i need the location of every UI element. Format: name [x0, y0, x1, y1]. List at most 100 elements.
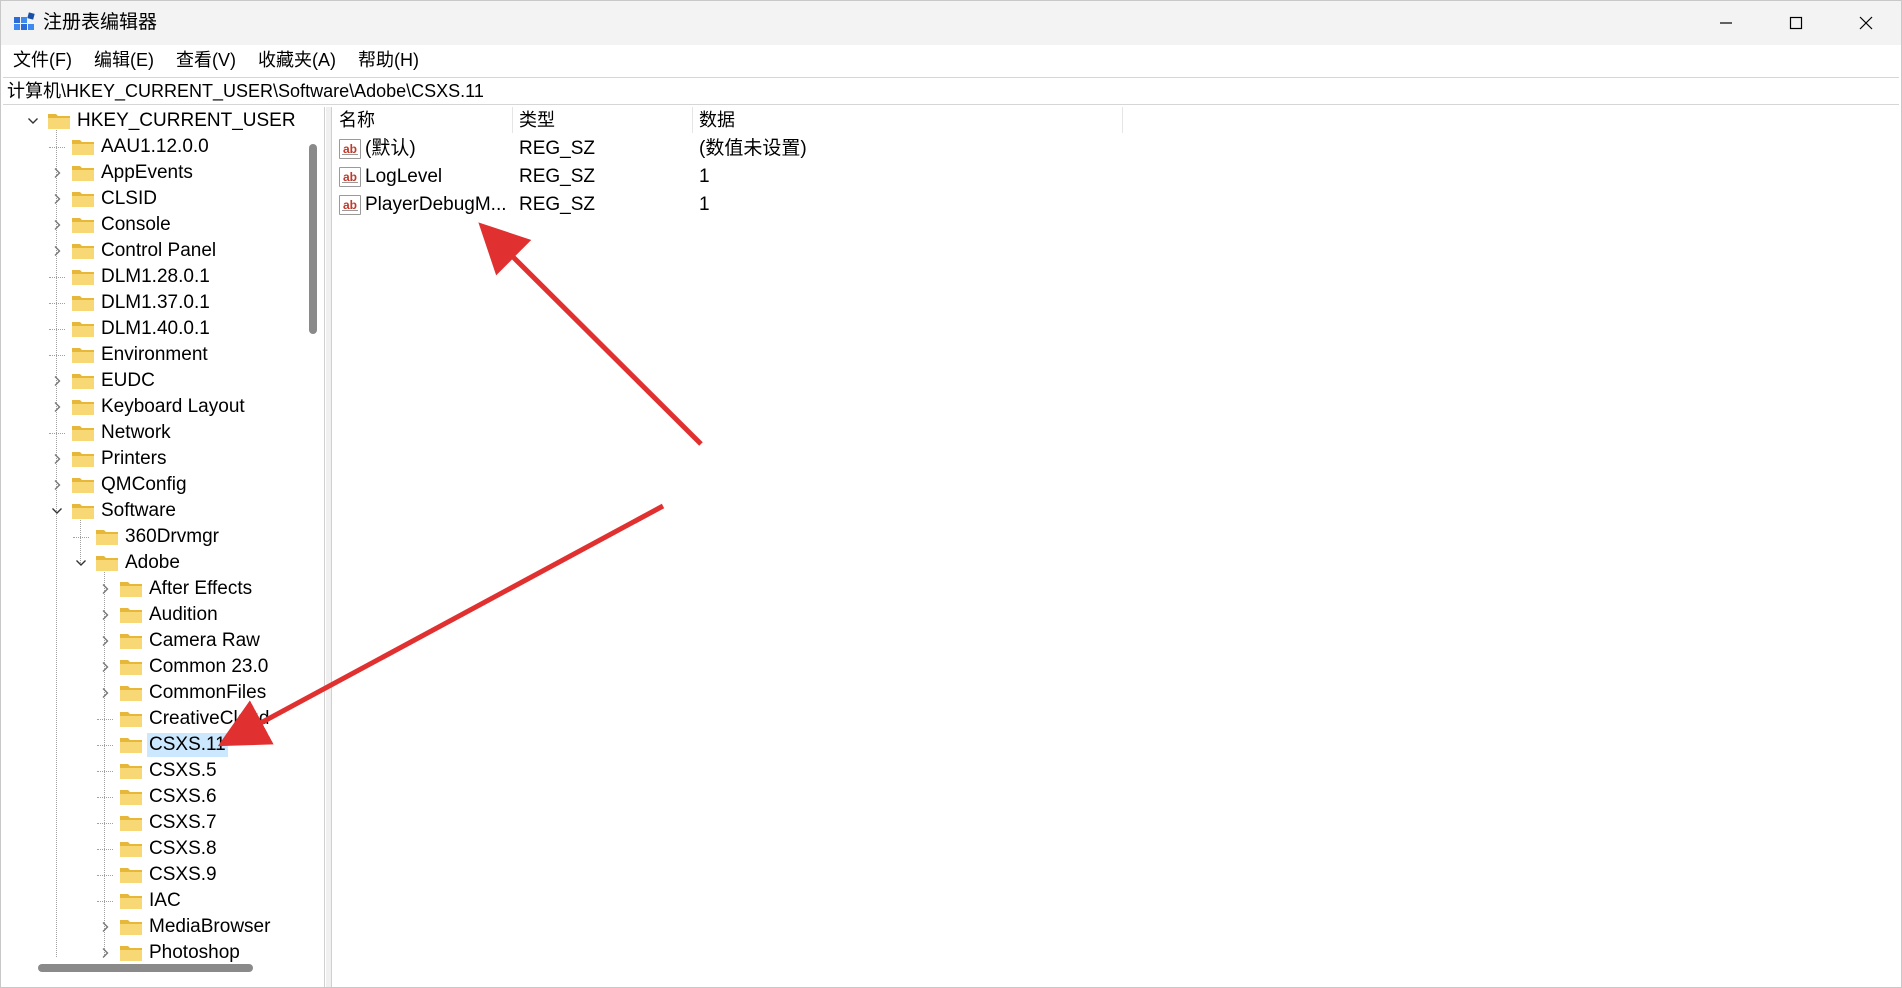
tree-item-label: Audition	[149, 604, 218, 625]
tree-item[interactable]: Software	[49, 498, 178, 524]
tree-item[interactable]: EUDC	[49, 368, 157, 394]
menu-favorites[interactable]: 收藏夹(A)	[258, 48, 336, 72]
tree-item[interactable]: Keyboard Layout	[49, 394, 247, 420]
tree-item-label: CSXS.8	[149, 838, 217, 859]
tree-connector	[97, 874, 113, 876]
value-type: REG_SZ	[519, 166, 596, 187]
chevron-right-icon[interactable]	[97, 945, 113, 961]
chevron-right-icon[interactable]	[97, 659, 113, 675]
maximize-button[interactable]	[1761, 1, 1831, 45]
tree-vertical-scrollbar[interactable]	[307, 107, 319, 957]
tree-item[interactable]: Console	[49, 212, 173, 238]
tree-item[interactable]: Control Panel	[49, 238, 218, 264]
tree-item[interactable]: 360Drvmgr	[73, 524, 221, 550]
tree-item[interactable]: CSXS.9	[97, 862, 219, 888]
pane-splitter[interactable]	[326, 107, 332, 987]
chevron-right-icon[interactable]	[49, 191, 65, 207]
folder-icon	[72, 166, 94, 181]
menu-bar: 文件(F) 编辑(E) 查看(V) 收藏夹(A) 帮助(H)	[1, 45, 1901, 75]
tree-item-label: CSXS.5	[149, 760, 217, 781]
tree-connector	[97, 744, 113, 746]
tree-vertical-scroll-thumb[interactable]	[309, 144, 317, 334]
tree-item[interactable]: MediaBrowser	[97, 914, 272, 940]
chevron-right-icon[interactable]	[97, 919, 113, 935]
tree-item-label: After Effects	[149, 578, 253, 599]
value-data: 1	[699, 194, 710, 215]
value-name: (默认)	[365, 138, 416, 159]
tree-item[interactable]: Common 23.0	[97, 654, 270, 680]
column-header-name[interactable]: 名称	[333, 107, 513, 133]
tree-item[interactable]: AppEvents	[49, 160, 195, 186]
tree-item-label: Common 23.0	[149, 656, 269, 677]
tree-item[interactable]: CommonFiles	[97, 680, 268, 706]
value-row[interactable]: ab PlayerDebugM... REG_SZ 1	[333, 191, 1233, 219]
tree-item[interactable]: CSXS.8	[97, 836, 219, 862]
tree-item[interactable]: After Effects	[97, 576, 254, 602]
tree-item-label: QMConfig	[101, 474, 187, 495]
tree-item-label: IAC	[149, 890, 181, 911]
tree-item[interactable]: DLM1.37.0.1	[49, 290, 212, 316]
tree-item[interactable]: QMConfig	[49, 472, 189, 498]
folder-icon	[120, 712, 142, 727]
chevron-down-icon[interactable]	[49, 503, 65, 519]
tree-item-label: AppEvents	[101, 162, 193, 183]
chevron-right-icon[interactable]	[49, 165, 65, 181]
tree-item[interactable]: DLM1.28.0.1	[49, 264, 212, 290]
tree-item-label: Console	[101, 214, 171, 235]
chevron-right-icon[interactable]	[97, 607, 113, 623]
chevron-right-icon[interactable]	[97, 685, 113, 701]
folder-icon	[120, 920, 142, 935]
tree-item[interactable]: AAU1.12.0.0	[49, 134, 211, 160]
chevron-right-icon[interactable]	[49, 373, 65, 389]
chevron-right-icon[interactable]	[49, 451, 65, 467]
title-bar: 注册表编辑器	[1, 1, 1901, 45]
chevron-right-icon[interactable]	[97, 633, 113, 649]
chevron-right-icon[interactable]	[49, 217, 65, 233]
tree-item-label: DLM1.37.0.1	[101, 292, 210, 313]
chevron-right-icon[interactable]	[49, 243, 65, 259]
tree-connector	[97, 848, 113, 850]
value-row[interactable]: ab LogLevel REG_SZ 1	[333, 163, 1233, 191]
folder-icon	[96, 556, 118, 571]
value-row[interactable]: ab (默认) REG_SZ (数值未设置)	[333, 135, 1233, 163]
folder-icon	[72, 140, 94, 155]
tree-item[interactable]: CreativeCloud	[97, 706, 271, 732]
menu-file[interactable]: 文件(F)	[13, 48, 72, 72]
tree-item[interactable]: Printers	[49, 446, 168, 472]
value-data: (数值未设置)	[699, 138, 807, 159]
tree-item[interactable]: DLM1.40.0.1	[49, 316, 212, 342]
chevron-right-icon[interactable]	[49, 399, 65, 415]
tree-item[interactable]: Environment	[49, 342, 210, 368]
tree-item[interactable]: Photoshop	[97, 940, 242, 966]
tree-item[interactable]: CSXS.11	[97, 732, 228, 758]
column-header-data[interactable]: 数据	[693, 107, 1123, 133]
address-bar[interactable]: 计算机\HKEY_CURRENT_USER\Software\Adobe\CSX…	[3, 77, 1899, 105]
tree-item[interactable]: CSXS.6	[97, 784, 219, 810]
minimize-button[interactable]	[1691, 1, 1761, 45]
chevron-down-icon[interactable]	[25, 113, 41, 129]
menu-edit[interactable]: 编辑(E)	[94, 48, 154, 72]
string-value-icon: ab	[339, 139, 361, 159]
column-header-type[interactable]: 类型	[513, 107, 693, 133]
chevron-down-icon[interactable]	[73, 555, 89, 571]
menu-help[interactable]: 帮助(H)	[358, 48, 419, 72]
registry-editor-window: 注册表编辑器 文件(F) 编辑(E) 查看(V) 收藏夹(A) 帮助(H) 计算…	[0, 0, 1902, 988]
tree-item-label: CreativeCloud	[149, 708, 270, 729]
close-button[interactable]	[1831, 1, 1901, 45]
folder-icon	[72, 348, 94, 363]
tree-item-label: DLM1.40.0.1	[101, 318, 210, 339]
tree-item[interactable]: CLSID	[49, 186, 159, 212]
chevron-right-icon[interactable]	[49, 477, 65, 493]
tree-item[interactable]: IAC	[97, 888, 183, 914]
tree-item[interactable]: Network	[49, 420, 173, 446]
tree-item[interactable]: Adobe	[73, 550, 182, 576]
folder-icon	[72, 400, 94, 415]
tree-item[interactable]: HKEY_CURRENT_USER	[25, 108, 298, 134]
tree-item[interactable]: CSXS.5	[97, 758, 219, 784]
tree-item-label: CLSID	[101, 188, 157, 209]
tree-item[interactable]: Audition	[97, 602, 220, 628]
tree-item[interactable]: CSXS.7	[97, 810, 219, 836]
tree-item[interactable]: Camera Raw	[97, 628, 262, 654]
menu-view[interactable]: 查看(V)	[176, 48, 236, 72]
chevron-right-icon[interactable]	[97, 581, 113, 597]
